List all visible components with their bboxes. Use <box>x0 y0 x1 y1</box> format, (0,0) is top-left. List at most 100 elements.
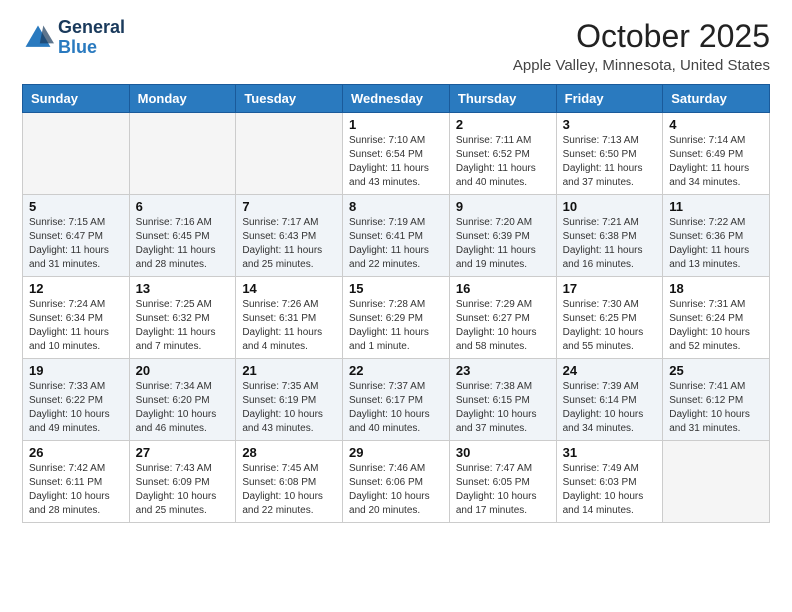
day-number: 18 <box>669 281 763 296</box>
day-cell: 19 Sunrise: 7:33 AM Sunset: 6:22 PM Dayli… <box>23 359 130 441</box>
week-row-1: 5 Sunrise: 7:15 AM Sunset: 6:47 PM Daylig… <box>23 195 770 277</box>
day-number: 9 <box>456 199 550 214</box>
day-cell: 29Sunrise: 7:46 AM Sunset: 6:06 PM Dayli… <box>343 441 450 523</box>
week-row-3: 19 Sunrise: 7:33 AM Sunset: 6:22 PM Dayli… <box>23 359 770 441</box>
day-cell: 31 Sunrise: 7:49 AM Sunset: 6:03 PM Dayli… <box>556 441 663 523</box>
col-saturday: Saturday <box>663 85 770 113</box>
day-number: 3 <box>563 117 657 132</box>
col-sunday: Sunday <box>23 85 130 113</box>
subtitle: Apple Valley, Minnesota, United States <box>513 57 770 74</box>
day-number: 12 <box>29 281 123 296</box>
day-info: Sunrise: 7:26 AM Sunset: 6:31 PM Dayligh… <box>242 298 336 354</box>
day-number: 16 <box>456 281 550 296</box>
day-info: Sunrise: 7:45 AM Sunset: 6:08 PM Dayligh… <box>242 462 336 518</box>
day-info: Sunrise: 7:17 AM Sunset: 6:43 PM Dayligh… <box>242 216 336 272</box>
day-cell: 17 Sunrise: 7:30 AM Sunset: 6:25 PM Dayli… <box>556 277 663 359</box>
day-info: Sunrise: 7:46 AM Sunset: 6:06 PM Dayligh… <box>349 462 443 518</box>
day-cell <box>236 113 343 195</box>
day-number: 21 <box>242 363 336 378</box>
day-info: Sunrise: 7:14 AM Sunset: 6:49 PM Dayligh… <box>669 134 763 190</box>
day-info: Sunrise: 7:28 AM Sunset: 6:29 PM Dayligh… <box>349 298 443 354</box>
day-number: 2 <box>456 117 550 132</box>
day-cell <box>663 441 770 523</box>
day-cell: 24 Sunrise: 7:39 AM Sunset: 6:14 PM Dayli… <box>556 359 663 441</box>
day-cell: 14 Sunrise: 7:26 AM Sunset: 6:31 PM Dayli… <box>236 277 343 359</box>
day-number: 7 <box>242 199 336 214</box>
day-info: Sunrise: 7:42 AM Sunset: 6:11 PM Dayligh… <box>29 462 123 518</box>
title-block: October 2025 Apple Valley, Minnesota, Un… <box>513 18 770 74</box>
day-info: Sunrise: 7:25 AM Sunset: 6:32 PM Dayligh… <box>136 298 230 354</box>
day-cell: 30Sunrise: 7:47 AM Sunset: 6:05 PM Dayli… <box>449 441 556 523</box>
day-number: 6 <box>136 199 230 214</box>
day-info: Sunrise: 7:47 AM Sunset: 6:05 PM Dayligh… <box>456 462 550 518</box>
day-info: Sunrise: 7:49 AM Sunset: 6:03 PM Dayligh… <box>563 462 657 518</box>
day-number: 14 <box>242 281 336 296</box>
day-number: 26 <box>29 445 123 460</box>
day-number: 8 <box>349 199 443 214</box>
day-number: 5 <box>29 199 123 214</box>
day-number: 10 <box>563 199 657 214</box>
day-info: Sunrise: 7:31 AM Sunset: 6:24 PM Dayligh… <box>669 298 763 354</box>
day-cell: 6 Sunrise: 7:16 AM Sunset: 6:45 PM Daylig… <box>129 195 236 277</box>
day-number: 1 <box>349 117 443 132</box>
day-info: Sunrise: 7:35 AM Sunset: 6:19 PM Dayligh… <box>242 380 336 436</box>
day-number: 24 <box>563 363 657 378</box>
day-info: Sunrise: 7:37 AM Sunset: 6:17 PM Dayligh… <box>349 380 443 436</box>
day-cell: 3 Sunrise: 7:13 AM Sunset: 6:50 PM Daylig… <box>556 113 663 195</box>
day-number: 20 <box>136 363 230 378</box>
day-info: Sunrise: 7:30 AM Sunset: 6:25 PM Dayligh… <box>563 298 657 354</box>
calendar-body: 1Sunrise: 7:10 AM Sunset: 6:54 PM Daylig… <box>23 113 770 523</box>
day-cell: 28 Sunrise: 7:45 AM Sunset: 6:08 PM Dayli… <box>236 441 343 523</box>
col-wednesday: Wednesday <box>343 85 450 113</box>
day-info: Sunrise: 7:24 AM Sunset: 6:34 PM Dayligh… <box>29 298 123 354</box>
day-cell <box>23 113 130 195</box>
day-info: Sunrise: 7:34 AM Sunset: 6:20 PM Dayligh… <box>136 380 230 436</box>
calendar-table: Sunday Monday Tuesday Wednesday Thursday… <box>22 84 770 523</box>
day-cell: 11 Sunrise: 7:22 AM Sunset: 6:36 PM Dayli… <box>663 195 770 277</box>
day-number: 17 <box>563 281 657 296</box>
day-number: 28 <box>242 445 336 460</box>
day-cell: 1Sunrise: 7:10 AM Sunset: 6:54 PM Daylig… <box>343 113 450 195</box>
day-info: Sunrise: 7:39 AM Sunset: 6:14 PM Dayligh… <box>563 380 657 436</box>
day-cell: 9 Sunrise: 7:20 AM Sunset: 6:39 PM Daylig… <box>449 195 556 277</box>
logo-text: General Blue <box>58 18 125 58</box>
day-cell: 5 Sunrise: 7:15 AM Sunset: 6:47 PM Daylig… <box>23 195 130 277</box>
day-cell: 21 Sunrise: 7:35 AM Sunset: 6:19 PM Dayli… <box>236 359 343 441</box>
day-info: Sunrise: 7:13 AM Sunset: 6:50 PM Dayligh… <box>563 134 657 190</box>
day-number: 15 <box>349 281 443 296</box>
day-cell: 2Sunrise: 7:11 AM Sunset: 6:52 PM Daylig… <box>449 113 556 195</box>
col-tuesday: Tuesday <box>236 85 343 113</box>
page: General Blue October 2025 Apple Valley, … <box>0 0 792 612</box>
day-cell: 26 Sunrise: 7:42 AM Sunset: 6:11 PM Dayli… <box>23 441 130 523</box>
day-number: 25 <box>669 363 763 378</box>
col-friday: Friday <box>556 85 663 113</box>
day-info: Sunrise: 7:33 AM Sunset: 6:22 PM Dayligh… <box>29 380 123 436</box>
day-info: Sunrise: 7:43 AM Sunset: 6:09 PM Dayligh… <box>136 462 230 518</box>
day-info: Sunrise: 7:19 AM Sunset: 6:41 PM Dayligh… <box>349 216 443 272</box>
day-info: Sunrise: 7:15 AM Sunset: 6:47 PM Dayligh… <box>29 216 123 272</box>
col-monday: Monday <box>129 85 236 113</box>
day-number: 11 <box>669 199 763 214</box>
day-info: Sunrise: 7:29 AM Sunset: 6:27 PM Dayligh… <box>456 298 550 354</box>
day-info: Sunrise: 7:16 AM Sunset: 6:45 PM Dayligh… <box>136 216 230 272</box>
day-info: Sunrise: 7:21 AM Sunset: 6:38 PM Dayligh… <box>563 216 657 272</box>
day-cell: 23Sunrise: 7:38 AM Sunset: 6:15 PM Dayli… <box>449 359 556 441</box>
day-cell: 20 Sunrise: 7:34 AM Sunset: 6:20 PM Dayli… <box>129 359 236 441</box>
day-cell: 8 Sunrise: 7:19 AM Sunset: 6:41 PM Daylig… <box>343 195 450 277</box>
day-info: Sunrise: 7:22 AM Sunset: 6:36 PM Dayligh… <box>669 216 763 272</box>
main-title: October 2025 <box>513 18 770 55</box>
logo-line1: General <box>58 18 125 38</box>
day-number: 13 <box>136 281 230 296</box>
day-number: 19 <box>29 363 123 378</box>
day-cell: 18 Sunrise: 7:31 AM Sunset: 6:24 PM Dayli… <box>663 277 770 359</box>
day-cell <box>129 113 236 195</box>
week-row-2: 12 Sunrise: 7:24 AM Sunset: 6:34 PM Dayli… <box>23 277 770 359</box>
header-row: Sunday Monday Tuesday Wednesday Thursday… <box>23 85 770 113</box>
day-cell: 13 Sunrise: 7:25 AM Sunset: 6:32 PM Dayli… <box>129 277 236 359</box>
day-info: Sunrise: 7:20 AM Sunset: 6:39 PM Dayligh… <box>456 216 550 272</box>
week-row-4: 26 Sunrise: 7:42 AM Sunset: 6:11 PM Dayli… <box>23 441 770 523</box>
day-cell: 22Sunrise: 7:37 AM Sunset: 6:17 PM Dayli… <box>343 359 450 441</box>
day-number: 23 <box>456 363 550 378</box>
day-number: 31 <box>563 445 657 460</box>
day-cell: 15 Sunrise: 7:28 AM Sunset: 6:29 PM Dayli… <box>343 277 450 359</box>
